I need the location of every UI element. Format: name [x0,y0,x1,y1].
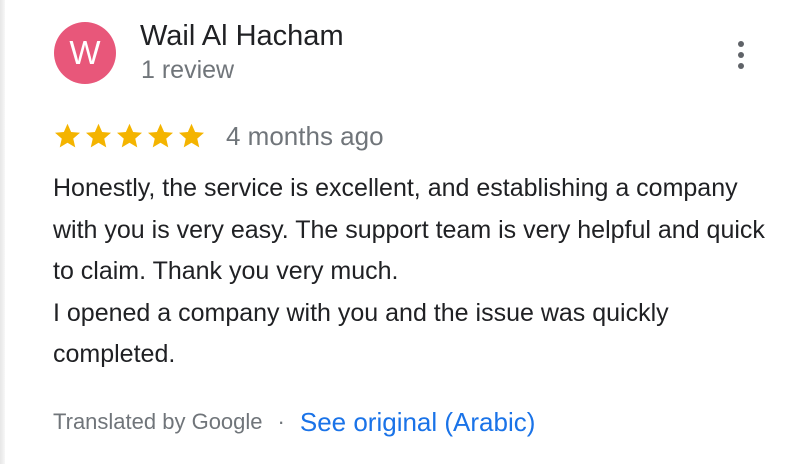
review-paragraph: I opened a company with you and the issu… [53,298,669,369]
avatar[interactable]: W [54,22,116,84]
star-icon [117,123,142,148]
review-time: 4 months ago [226,121,384,151]
more-options-button[interactable] [726,37,756,73]
translation-footer: Translated by Google · See original (Ara… [53,404,535,440]
star-icon [55,123,80,148]
star-icon [86,123,111,148]
separator-dot: · [277,409,285,434]
see-original-link[interactable]: See original (Arabic) [300,407,536,438]
review-text: Honestly, the service is excellent, and … [53,168,773,376]
star-rating [52,118,207,154]
reviewer-name[interactable]: Wail Al Hacham [140,20,344,53]
left-edge-divider [0,0,5,464]
review-count[interactable]: 1 review [141,56,234,85]
star-icon [148,123,173,148]
star-icon [179,123,204,148]
translated-by-label: Translated by Google [53,409,263,434]
review-paragraph: Honestly, the service is excellent, and … [53,174,765,285]
avatar-initial: W [69,34,101,71]
